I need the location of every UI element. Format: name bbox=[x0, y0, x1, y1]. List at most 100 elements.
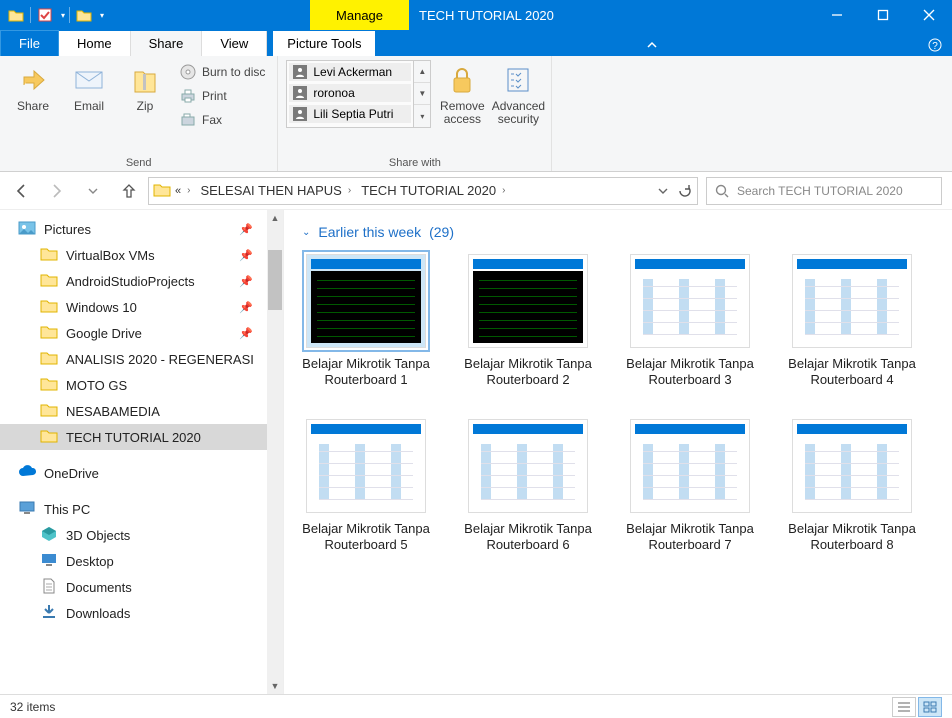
remove-access-button[interactable]: Remove access bbox=[437, 60, 487, 126]
forward-button[interactable] bbox=[46, 180, 68, 202]
file-item[interactable]: Belajar Mikrotik Tanpa Routerboard 8 bbox=[788, 419, 916, 554]
navigation-pane: Pictures📌 VirtualBox VMs📌AndroidStudioPr… bbox=[0, 210, 284, 694]
share-button[interactable]: Share bbox=[8, 60, 58, 113]
zip-button[interactable]: Zip bbox=[120, 60, 170, 113]
nav-label: Windows 10 bbox=[66, 300, 137, 315]
advanced-security-button[interactable]: Advanced security bbox=[493, 60, 543, 126]
folder-icon bbox=[40, 552, 58, 570]
group-header[interactable]: ⌄ Earlier this week (29) bbox=[302, 224, 934, 240]
share-user[interactable]: Lili Septia Putri bbox=[289, 105, 411, 123]
nav-folder[interactable]: Windows 10📌 bbox=[0, 294, 267, 320]
tab-share[interactable]: Share bbox=[131, 31, 203, 56]
expand-icon[interactable]: ▾ bbox=[414, 105, 430, 127]
scroll-thumb[interactable] bbox=[268, 250, 282, 310]
nav-folder[interactable]: Google Drive📌 bbox=[0, 320, 267, 346]
lock-icon bbox=[446, 64, 478, 96]
address-bar-row: «› SELESAI THEN HAPUS› TECH TUTORIAL 202… bbox=[0, 172, 952, 210]
checkbox-icon[interactable] bbox=[35, 5, 55, 25]
person-icon bbox=[293, 86, 307, 100]
details-view-button[interactable] bbox=[892, 697, 916, 717]
explorer-body: Pictures📌 VirtualBox VMs📌AndroidStudioPr… bbox=[0, 210, 952, 694]
group-label: Earlier this week bbox=[318, 224, 421, 240]
breadcrumb-parent[interactable]: SELESAI THEN HAPUS› bbox=[200, 183, 357, 198]
file-item[interactable]: Belajar Mikrotik Tanpa Routerboard 3 bbox=[626, 254, 754, 389]
nav-label: AndroidStudioProjects bbox=[66, 274, 195, 289]
user-list-scroll: ▲ ▼ ▾ bbox=[414, 60, 431, 128]
share-user[interactable]: roronoa bbox=[289, 84, 411, 102]
group-label-sharewith: Share with bbox=[286, 155, 543, 169]
thumbnails-view-button[interactable] bbox=[918, 697, 942, 717]
nav-pc-item[interactable]: Documents bbox=[0, 574, 267, 600]
scroll-down-icon[interactable]: ▼ bbox=[414, 83, 430, 105]
tab-picture-tools[interactable]: Picture Tools bbox=[273, 31, 375, 56]
content-pane: ⌄ Earlier this week (29) Belajar Mikroti… bbox=[284, 210, 952, 694]
folder-icon bbox=[40, 246, 58, 264]
breadcrumb-overflow[interactable]: «› bbox=[175, 185, 196, 197]
file-item[interactable]: Belajar Mikrotik Tanpa Routerboard 1 bbox=[302, 254, 430, 389]
nav-scrollbar[interactable]: ▲ ▼ bbox=[267, 210, 283, 694]
scroll-up-icon[interactable]: ▲ bbox=[271, 210, 280, 226]
nav-this-pc[interactable]: This PC bbox=[0, 496, 267, 522]
folder-icon bbox=[74, 5, 94, 25]
print-button[interactable]: Print bbox=[176, 86, 269, 106]
nav-folder[interactable]: TECH TUTORIAL 2020 bbox=[0, 424, 267, 450]
chevron-down-icon[interactable]: ▾ bbox=[61, 11, 65, 20]
tab-file[interactable]: File bbox=[0, 30, 59, 56]
scroll-down-icon[interactable]: ▼ bbox=[271, 678, 280, 694]
nav-pc-item[interactable]: Downloads bbox=[0, 600, 267, 626]
email-button[interactable]: Email bbox=[64, 60, 114, 113]
fax-button[interactable]: Fax bbox=[176, 110, 269, 130]
window-title: TECH TUTORIAL 2020 bbox=[409, 0, 814, 30]
file-item[interactable]: Belajar Mikrotik Tanpa Routerboard 2 bbox=[464, 254, 592, 389]
back-button[interactable] bbox=[10, 180, 32, 202]
scroll-up-icon[interactable]: ▲ bbox=[414, 61, 430, 83]
context-tab-manage[interactable]: Manage bbox=[310, 0, 409, 30]
file-item[interactable]: Belajar Mikrotik Tanpa Routerboard 4 bbox=[788, 254, 916, 389]
nav-pc-item[interactable]: 3D Objects bbox=[0, 522, 267, 548]
breadcrumb-current[interactable]: TECH TUTORIAL 2020› bbox=[361, 183, 511, 198]
folder-icon bbox=[40, 526, 58, 544]
close-button[interactable] bbox=[906, 0, 952, 30]
help-button[interactable]: ? bbox=[928, 34, 952, 56]
maximize-button[interactable] bbox=[860, 0, 906, 30]
nav-folder[interactable]: AndroidStudioProjects📌 bbox=[0, 268, 267, 294]
nav-label: ANALISIS 2020 - REGENERASI bbox=[66, 352, 254, 367]
window-controls bbox=[814, 0, 952, 30]
ribbon-group-send: Share Email Zip Burn to disc Print bbox=[0, 56, 278, 171]
refresh-button[interactable] bbox=[677, 183, 693, 199]
file-item[interactable]: Belajar Mikrotik Tanpa Routerboard 6 bbox=[464, 419, 592, 554]
share-user[interactable]: Levi Ackerman bbox=[289, 63, 411, 81]
quick-access-toolbar: ▾ ▾ bbox=[0, 0, 110, 30]
address-bar[interactable]: «› SELESAI THEN HAPUS› TECH TUTORIAL 202… bbox=[148, 177, 698, 205]
search-input[interactable]: Search TECH TUTORIAL 2020 bbox=[706, 177, 942, 205]
nav-pc-item[interactable]: Desktop bbox=[0, 548, 267, 574]
chevron-down-icon[interactable]: ▾ bbox=[100, 11, 104, 20]
thumbnail bbox=[630, 419, 750, 513]
group-label-send: Send bbox=[8, 155, 269, 169]
file-item[interactable]: Belajar Mikrotik Tanpa Routerboard 7 bbox=[626, 419, 754, 554]
nav-label: Google Drive bbox=[66, 326, 142, 341]
print-icon bbox=[180, 88, 196, 104]
nav-onedrive[interactable]: OneDrive bbox=[0, 460, 267, 486]
burn-to-disc-button[interactable]: Burn to disc bbox=[176, 62, 269, 82]
file-name: Belajar Mikrotik Tanpa Routerboard 7 bbox=[626, 521, 754, 554]
file-item[interactable]: Belajar Mikrotik Tanpa Routerboard 5 bbox=[302, 419, 430, 554]
share-user-list[interactable]: Levi Ackerman roronoa Lili Septia Putri bbox=[286, 60, 414, 128]
address-dropdown-button[interactable] bbox=[657, 185, 669, 197]
nav-label: 3D Objects bbox=[66, 528, 130, 543]
folder-icon bbox=[40, 324, 58, 342]
folder-icon bbox=[40, 376, 58, 394]
folder-icon bbox=[40, 402, 58, 420]
tab-home[interactable]: Home bbox=[59, 31, 131, 56]
nav-folder[interactable]: ANALISIS 2020 - REGENERASI bbox=[0, 346, 267, 372]
collapse-ribbon-button[interactable] bbox=[635, 34, 669, 56]
nav-folder[interactable]: MOTO GS bbox=[0, 372, 267, 398]
minimize-button[interactable] bbox=[814, 0, 860, 30]
recent-locations-button[interactable] bbox=[82, 180, 104, 202]
up-button[interactable] bbox=[118, 180, 140, 202]
nav-folder[interactable]: VirtualBox VMs📌 bbox=[0, 242, 267, 268]
tab-view[interactable]: View bbox=[202, 31, 267, 56]
nav-pictures[interactable]: Pictures📌 bbox=[0, 216, 267, 242]
nav-folder[interactable]: NESABAMEDIA bbox=[0, 398, 267, 424]
nav-label: TECH TUTORIAL 2020 bbox=[66, 430, 201, 445]
